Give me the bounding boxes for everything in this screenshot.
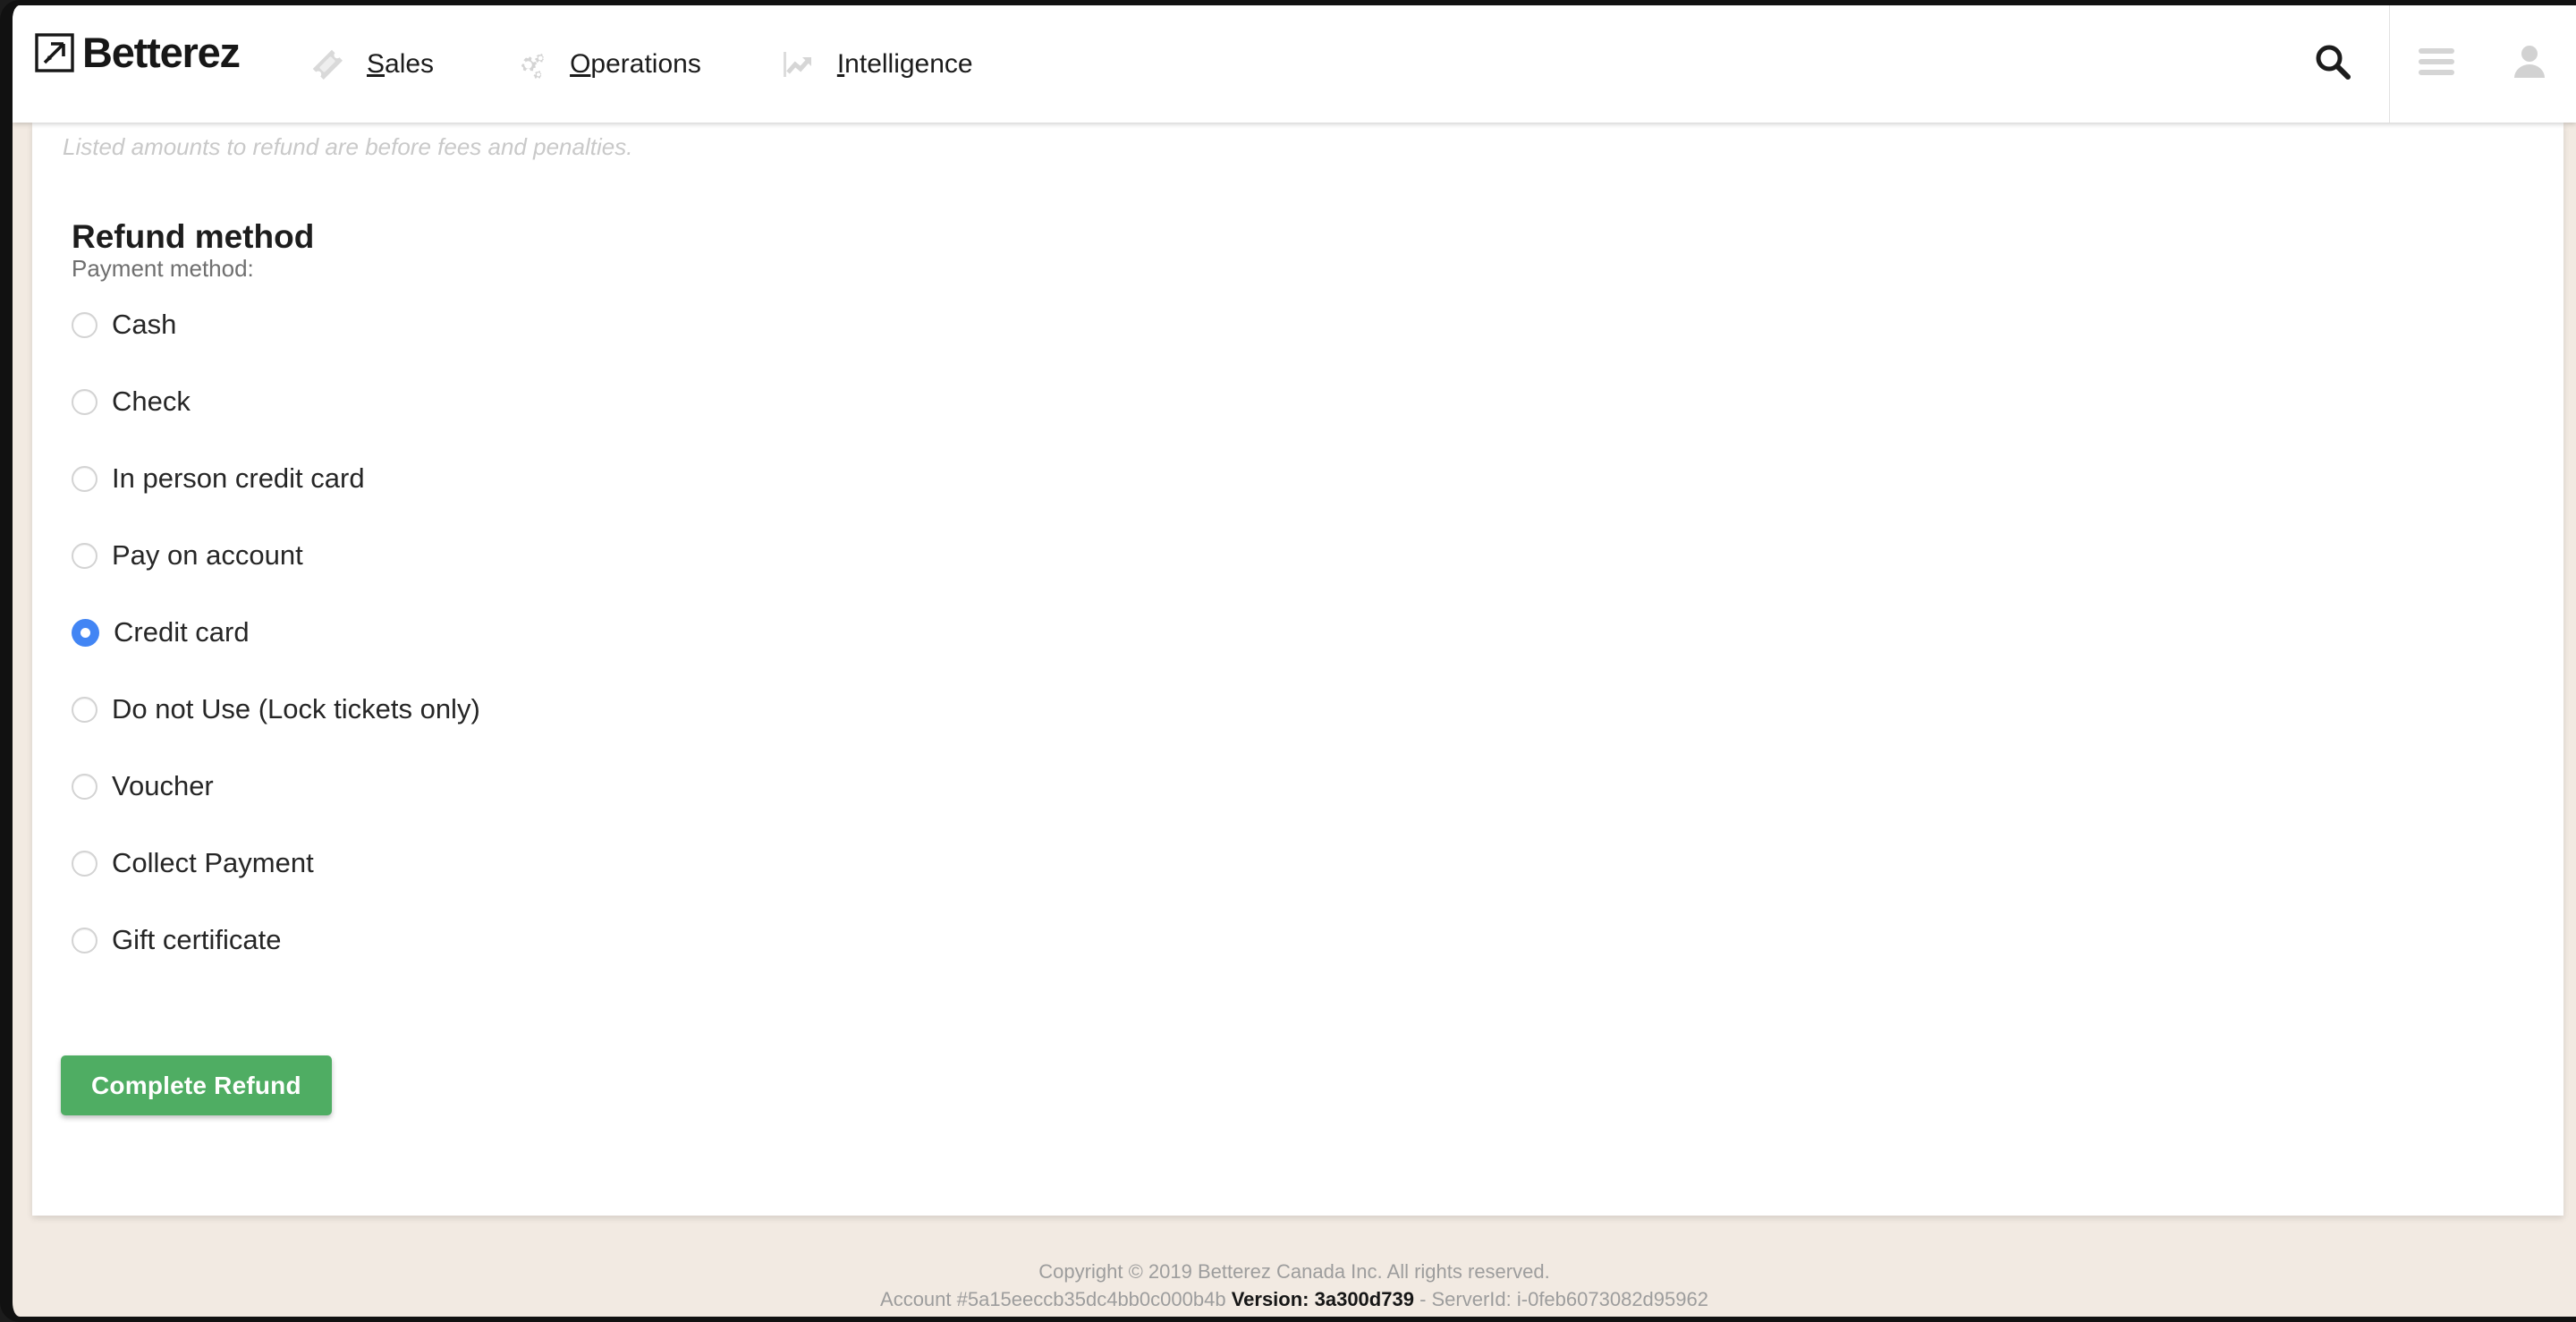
radio-option-voucher[interactable]: Voucher (72, 748, 1145, 825)
hamburger-menu-icon (2417, 46, 2456, 82)
menu-button[interactable] (2390, 5, 2483, 123)
footer-version: Version: 3a300d739 (1231, 1288, 1414, 1310)
radio-indicator[interactable] (72, 696, 97, 723)
account-button[interactable] (2483, 5, 2576, 123)
arrow-up-right-square-icon (34, 32, 75, 73)
footer-account-id: Account #5a15eeccb35dc4bb0c000b4b (880, 1288, 1226, 1310)
radio-option-cash[interactable]: Cash (72, 286, 1145, 363)
footer-server-id: - ServerId: i-0feb6073082d95962 (1419, 1288, 1708, 1310)
radio-label: Credit card (114, 616, 250, 648)
nav-intelligence[interactable]: Intelligence (778, 45, 973, 84)
user-avatar-icon (2510, 42, 2549, 86)
radio-option-in-person-credit-card[interactable]: In person credit card (72, 440, 1145, 517)
radio-indicator[interactable] (72, 850, 97, 877)
complete-refund-button[interactable]: Complete Refund (61, 1055, 332, 1115)
radio-option-check[interactable]: Check (72, 363, 1145, 440)
radio-label: Cash (112, 309, 177, 340)
radio-label: Do not Use (Lock tickets only) (112, 693, 480, 725)
radio-label: Collect Payment (112, 847, 314, 878)
radio-label: Voucher (112, 770, 214, 801)
nav-operations-label: Operations (570, 48, 701, 79)
nav-intelligence-label: Intelligence (836, 48, 973, 79)
radio-option-pay-on-account[interactable]: Pay on account (72, 517, 1145, 594)
search-button[interactable] (2275, 5, 2390, 123)
nav-right-actions (2275, 5, 2576, 123)
gears-icon (511, 45, 550, 84)
radio-option-do-not-use[interactable]: Do not Use (Lock tickets only) (72, 671, 1145, 748)
brand-logo-link[interactable]: Betterez (34, 29, 241, 76)
page-title: Refund method (72, 217, 315, 255)
brand-name: Betterez (82, 29, 241, 76)
footer-build-info: Account #5a15eeccb35dc4bb0c000b4b Versio… (13, 1285, 2576, 1313)
radio-option-credit-card[interactable]: Credit card (72, 594, 1145, 671)
top-navigation-bar: Betterez Sales Operations Intelligence (13, 5, 2576, 123)
radio-label: Check (112, 386, 191, 417)
radio-indicator[interactable] (72, 542, 97, 569)
line-chart-icon (778, 45, 818, 84)
radio-indicator[interactable] (72, 311, 97, 338)
payment-method-label: Payment method: (72, 255, 254, 282)
radio-indicator[interactable] (72, 618, 99, 647)
ticket-icon (308, 45, 347, 84)
radio-indicator[interactable] (72, 927, 97, 953)
radio-label: Gift certificate (112, 924, 282, 955)
nav-operations[interactable]: Operations (511, 45, 701, 84)
radio-label: Pay on account (112, 539, 303, 571)
primary-nav: Sales Operations Intelligence (308, 5, 973, 123)
footer-copyright: Copyright © 2019 Betterez Canada Inc. Al… (1038, 1260, 1550, 1283)
radio-indicator[interactable] (72, 773, 97, 800)
radio-label: In person credit card (112, 462, 365, 494)
radio-option-collect-payment[interactable]: Collect Payment (72, 825, 1145, 902)
radio-indicator[interactable] (72, 388, 97, 415)
nav-sales[interactable]: Sales (308, 45, 434, 84)
browser-window: Betterez Sales Operations Intelligence L… (0, 0, 2576, 1322)
refund-note: Listed amounts to refund are before fees… (63, 133, 633, 160)
payment-method-radio-group: Cash Check In person credit card Pay on … (72, 286, 1145, 979)
nav-sales-label: Sales (367, 48, 435, 79)
page-footer: Copyright © 2019 Betterez Canada Inc. Al… (13, 1258, 2576, 1313)
radio-indicator[interactable] (72, 465, 97, 492)
search-icon (2310, 39, 2355, 89)
radio-option-gift-certificate[interactable]: Gift certificate (72, 902, 1145, 979)
content-card: Listed amounts to refund are before fees… (32, 123, 2563, 1216)
